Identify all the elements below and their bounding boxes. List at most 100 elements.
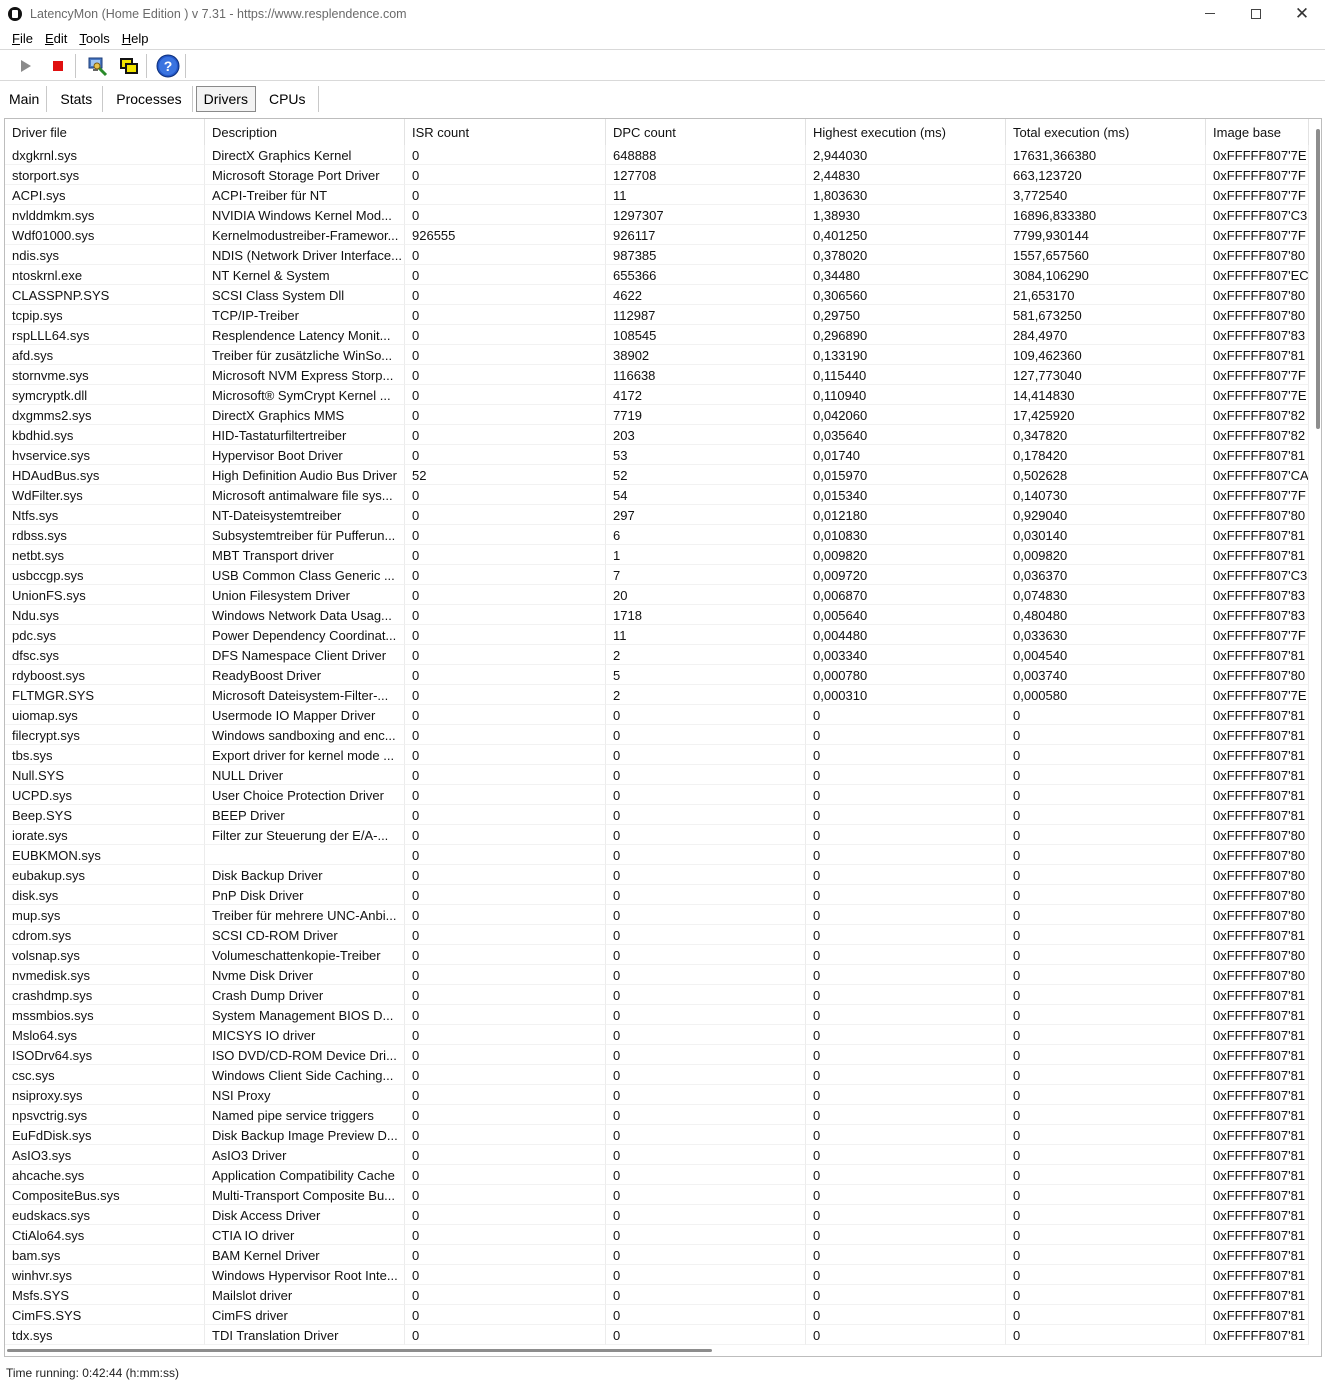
drivers-table[interactable]: Driver file Description ISR count DPC count… [4, 118, 1322, 1357]
table-row[interactable]: winhvr.sys Windows Hypervisor Root Inte..… [5, 1265, 1309, 1285]
menu-file[interactable]: File [0, 31, 37, 46]
minimize-button[interactable] [1187, 0, 1233, 27]
table-row[interactable]: AsIO3.sys AsIO3 Driver 0 0 0 0 0xFFFFF807'81 [5, 1145, 1309, 1165]
cell-isr-count: 0 [405, 1025, 606, 1045]
table-row[interactable]: ntoskrnl.exe NT Kernel & System 0 655366 0,3… [5, 265, 1309, 285]
table-row[interactable]: bam.sys BAM Kernel Driver 0 0 0 0 0xFFFFF807'8… [5, 1245, 1309, 1265]
table-row[interactable]: rdyboost.sys ReadyBoost Driver 0 5 0,000780 0… [5, 665, 1309, 685]
help-button[interactable]: ? [154, 53, 182, 79]
table-row[interactable]: tbs.sys Export driver for kernel mode ...… [5, 745, 1309, 765]
table-row[interactable]: HDAudBus.sys High Definition Audio Bus Dr… [5, 465, 1309, 485]
table-row[interactable]: CompositeBus.sys Multi-Transport Composit… [5, 1185, 1309, 1205]
close-button[interactable]: ✕ [1279, 0, 1325, 27]
table-row[interactable]: Ntfs.sys NT-Dateisystemtreiber 0 297 0,01218… [5, 505, 1309, 525]
maximize-button[interactable] [1233, 0, 1279, 27]
start-button[interactable] [12, 53, 40, 79]
tab-stats[interactable]: Stats [50, 86, 104, 112]
table-row[interactable]: mssmbios.sys System Management BIOS D... 0… [5, 1005, 1309, 1025]
table-row[interactable]: Wdf01000.sys Kernelmodustreiber-Framewor.… [5, 225, 1309, 245]
table-row[interactable]: volsnap.sys Volumeschattenkopie-Treiber 0 0… [5, 945, 1309, 965]
table-row[interactable]: crashdmp.sys Crash Dump Driver 0 0 0 0 0xFFFFF… [5, 985, 1309, 1005]
table-row[interactable]: kbdhid.sys HID-Tastaturfiltertreiber 0 203 0… [5, 425, 1309, 445]
table-row[interactable]: usbccgp.sys USB Common Class Generic ... 0… [5, 565, 1309, 585]
table-row[interactable]: filecrypt.sys Windows sandboxing and enc.… [5, 725, 1309, 745]
table-row[interactable]: nsiproxy.sys NSI Proxy 0 0 0 0 0xFFFFF807'81 [5, 1085, 1309, 1105]
table-row[interactable]: ISODrv64.sys ISO DVD/CD-ROM Device Dri...… [5, 1045, 1309, 1065]
table-row[interactable]: EUBKMON.sys 0 0 0 0 0xFFFFF807'80 [5, 845, 1309, 865]
table-row[interactable]: rdbss.sys Subsystemtreiber für Pufferun..… [5, 525, 1309, 545]
table-row[interactable]: UnionFS.sys Union Filesystem Driver 0 20 0,0… [5, 585, 1309, 605]
table-row[interactable]: netbt.sys MBT Transport driver 0 1 0,009820 0… [5, 545, 1309, 565]
table-row[interactable]: dxgkrnl.sys DirectX Graphics Kernel 0 64888… [5, 145, 1309, 165]
table-row[interactable]: tdx.sys TDI Translation Driver 0 0 0 0 0xFFFFF… [5, 1325, 1309, 1345]
collect-info-button[interactable] [83, 53, 111, 79]
table-row[interactable]: Ndu.sys Windows Network Data Usag... 0 1718… [5, 605, 1309, 625]
table-row[interactable]: mup.sys Treiber für mehrere UNC-Anbi... 0 0… [5, 905, 1309, 925]
table-row[interactable]: dxgmms2.sys DirectX Graphics MMS 0 7719 0,04… [5, 405, 1309, 425]
horizontal-scrollbar[interactable] [7, 1349, 712, 1352]
table-row[interactable]: stornvme.sys Microsoft NVM Express Storp.… [5, 365, 1309, 385]
vertical-scrollbar[interactable] [1316, 129, 1320, 429]
table-row[interactable]: UCPD.sys User Choice Protection Driver 0 0 0… [5, 785, 1309, 805]
tab-cpus[interactable]: CPUs [259, 86, 319, 112]
table-row[interactable]: cdrom.sys SCSI CD-ROM Driver 0 0 0 0 0xFFFFF80… [5, 925, 1309, 945]
cell-driver-file: Mslo64.sys [5, 1025, 205, 1045]
cell-driver-file: FLTMGR.SYS [5, 685, 205, 705]
table-row[interactable]: Beep.SYS BEEP Driver 0 0 0 0 0xFFFFF807'81 [5, 805, 1309, 825]
table-row[interactable]: npsvctrig.sys Named pipe service triggers… [5, 1105, 1309, 1125]
tab-main[interactable]: Main [2, 86, 48, 112]
cell-highest-execution: 0 [806, 845, 1006, 865]
table-row[interactable]: CimFS.SYS CimFS driver 0 0 0 0 0xFFFFF807'81 [5, 1305, 1309, 1325]
stop-button[interactable] [44, 53, 72, 79]
table-row[interactable]: uiomap.sys Usermode IO Mapper Driver 0 0 0 0 0… [5, 705, 1309, 725]
table-row[interactable]: Null.SYS NULL Driver 0 0 0 0 0xFFFFF807'81 [5, 765, 1309, 785]
column-header-image-base[interactable]: Image base [1206, 119, 1309, 145]
table-row[interactable]: ahcache.sys Application Compatibility Cac… [5, 1165, 1309, 1185]
cell-description: BAM Kernel Driver [205, 1245, 405, 1265]
table-row[interactable]: FLTMGR.SYS Microsoft Dateisystem-Filter-.… [5, 685, 1309, 705]
cell-description: TDI Translation Driver [205, 1325, 405, 1345]
table-row[interactable]: ndis.sys NDIS (Network Driver Interface..… [5, 245, 1309, 265]
table-row[interactable]: EuFdDisk.sys Disk Backup Image Preview D.… [5, 1125, 1309, 1145]
table-row[interactable]: afd.sys Treiber für zusätzliche WinSo... 0… [5, 345, 1309, 365]
cell-isr-count: 0 [405, 985, 606, 1005]
table-row[interactable]: iorate.sys Filter zur Steuerung der E/A-.… [5, 825, 1309, 845]
table-row[interactable]: csc.sys Windows Client Side Caching... 0 0 0… [5, 1065, 1309, 1085]
table-row[interactable]: pdc.sys Power Dependency Coordinat... 0 11 0… [5, 625, 1309, 645]
cell-isr-count: 0 [405, 505, 606, 525]
table-row[interactable]: CtiAlo64.sys CTIA IO driver 0 0 0 0 0xFFFFF807… [5, 1225, 1309, 1245]
column-header-isr-count[interactable]: ISR count [405, 119, 606, 145]
table-row[interactable]: nvmedisk.sys Nvme Disk Driver 0 0 0 0 0xFFFFF8… [5, 965, 1309, 985]
cell-isr-count: 0 [405, 825, 606, 845]
column-header-highest-execution[interactable]: Highest execution (ms) [806, 119, 1006, 145]
windows-button[interactable] [115, 53, 143, 79]
table-row[interactable]: tcpip.sys TCP/IP-Treiber 0 112987 0,29750 581… [5, 305, 1309, 325]
table-row[interactable]: disk.sys PnP Disk Driver 0 0 0 0 0xFFFFF807'80 [5, 885, 1309, 905]
table-row[interactable]: CLASSPNP.SYS SCSI Class System Dll 0 4622 0,… [5, 285, 1309, 305]
menu-help[interactable]: Help [114, 31, 153, 46]
table-row[interactable]: WdFilter.sys Microsoft antimalware file s… [5, 485, 1309, 505]
menu-edit[interactable]: Edit [37, 31, 71, 46]
table-row[interactable]: eubakup.sys Disk Backup Driver 0 0 0 0 0xFFFFF… [5, 865, 1309, 885]
table-row[interactable]: hvservice.sys Hypervisor Boot Driver 0 53 0,… [5, 445, 1309, 465]
tab-drivers[interactable]: Drivers [195, 86, 256, 112]
table-row[interactable]: Mslo64.sys MICSYS IO driver 0 0 0 0 0xFFFFF807… [5, 1025, 1309, 1045]
table-row[interactable]: dfsc.sys DFS Namespace Client Driver 0 2 0,0… [5, 645, 1309, 665]
column-header-description[interactable]: Description [205, 119, 405, 145]
table-row[interactable]: Msfs.SYS Mailslot driver 0 0 0 0 0xFFFFF807'81 [5, 1285, 1309, 1305]
tab-processes[interactable]: Processes [106, 86, 193, 112]
cell-total-execution: 109,462360 [1006, 345, 1206, 365]
menu-tools[interactable]: Tools [71, 31, 113, 46]
column-header-total-execution[interactable]: Total execution (ms) [1006, 119, 1206, 145]
cell-image-base: 0xFFFFF807'81 [1206, 645, 1309, 665]
table-row[interactable]: storport.sys Microsoft Storage Port Drive… [5, 165, 1309, 185]
table-row[interactable]: nvlddmkm.sys NVIDIA Windows Kernel Mod...… [5, 205, 1309, 225]
table-row[interactable]: eudskacs.sys Disk Access Driver 0 0 0 0 0xFFFF… [5, 1205, 1309, 1225]
column-header-driver-file[interactable]: Driver file [5, 119, 205, 145]
column-header-dpc-count[interactable]: DPC count [606, 119, 806, 145]
cell-isr-count: 0 [405, 625, 606, 645]
table-row[interactable]: symcryptk.dll Microsoft® SymCrypt Kernel … [5, 385, 1309, 405]
table-row[interactable]: ACPI.sys ACPI-Treiber für NT 0 11 1,803630 3,… [5, 185, 1309, 205]
cell-description: DirectX Graphics MMS [205, 405, 405, 425]
table-row[interactable]: rspLLL64.sys Resplendence Latency Monit..… [5, 325, 1309, 345]
